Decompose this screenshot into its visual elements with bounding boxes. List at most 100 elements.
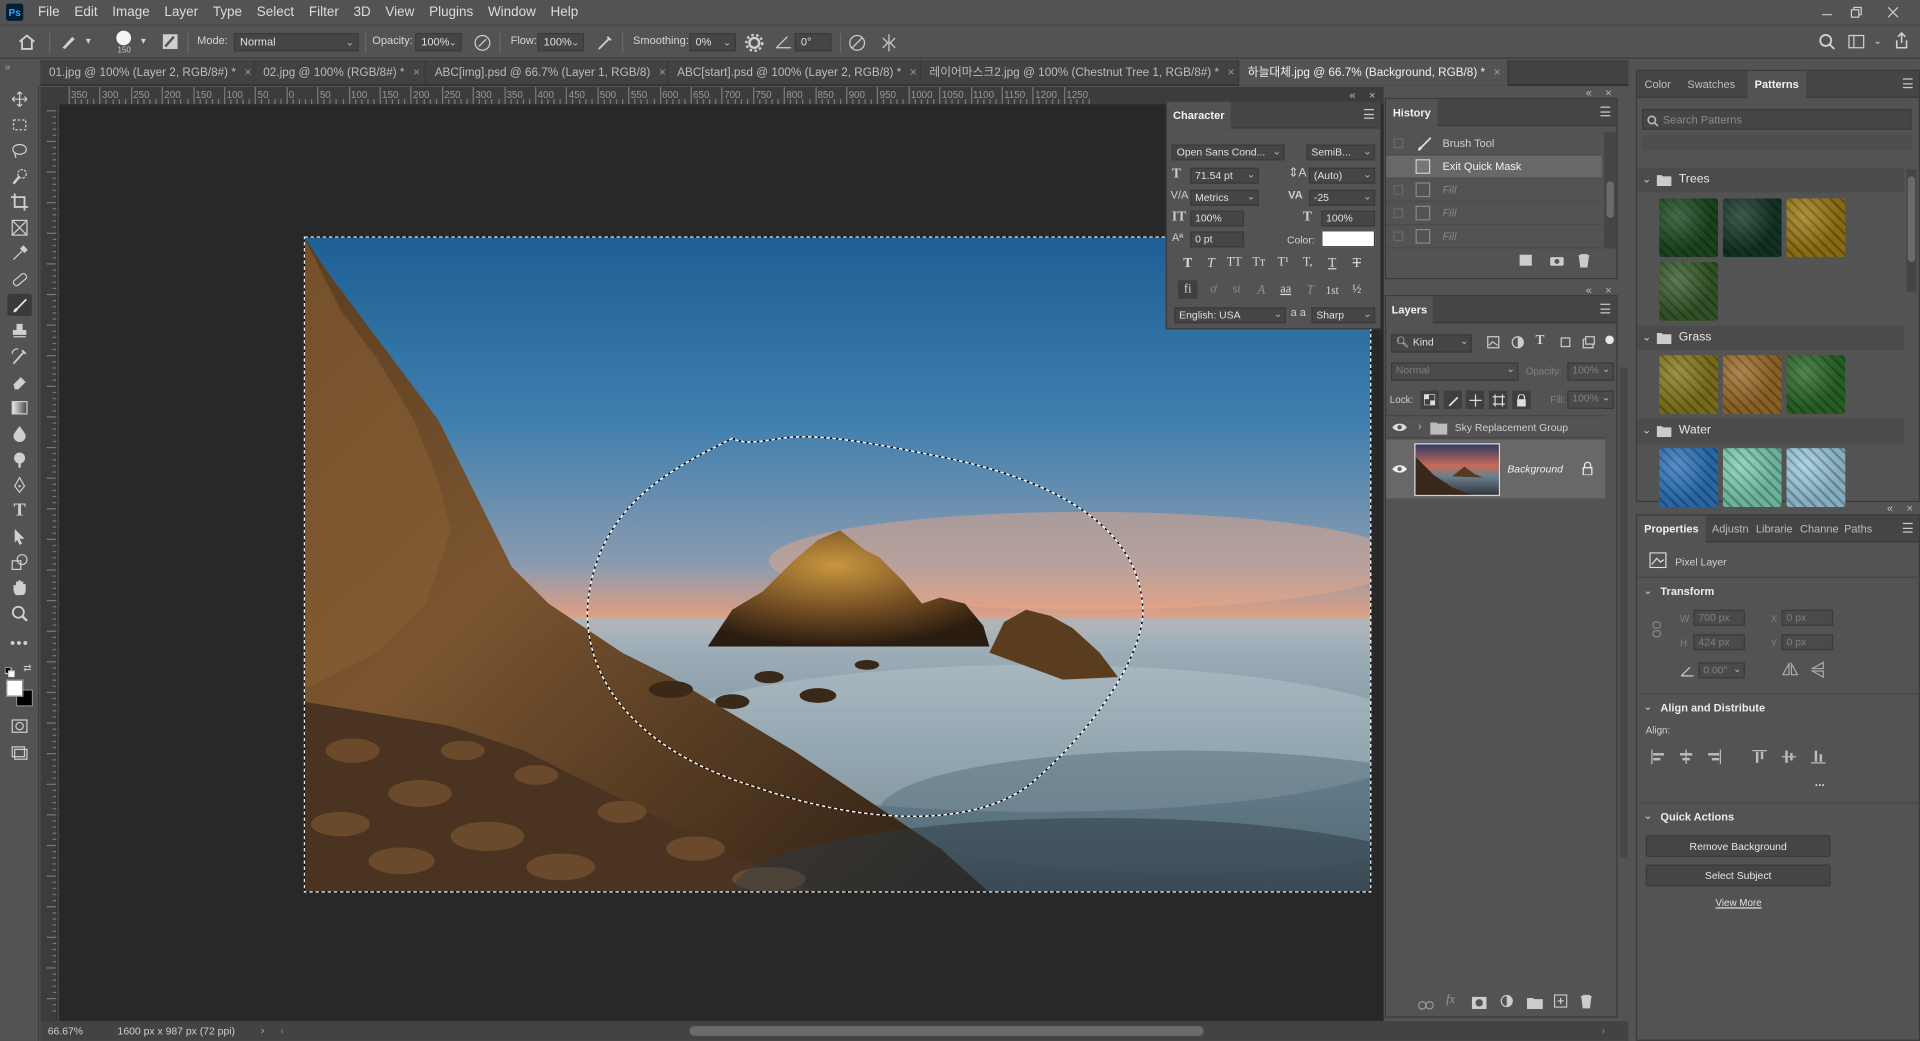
- close-properties-icon[interactable]: ×: [1907, 502, 1913, 514]
- opacity-field[interactable]: 100% ⌄: [415, 33, 462, 52]
- lasso-tool-icon[interactable]: [7, 140, 31, 162]
- x-field[interactable]: 0 px: [1781, 609, 1834, 626]
- tracking-field[interactable]: -25 ⌄: [1308, 189, 1376, 206]
- quick-selection-tool-icon[interactable]: [7, 165, 31, 187]
- history-item[interactable]: Fill: [1386, 202, 1602, 226]
- swash-button[interactable]: A: [1251, 280, 1271, 298]
- layer-opacity-field[interactable]: 100% ⌄: [1567, 362, 1614, 381]
- pattern-swatch[interactable]: [1786, 355, 1846, 414]
- link-dimensions-icon[interactable]: [1652, 621, 1662, 642]
- old-style-button[interactable]: ơ: [1204, 280, 1224, 298]
- small-caps-button[interactable]: Tт: [1249, 253, 1269, 271]
- discretionary-ligatures-button[interactable]: st: [1227, 280, 1247, 298]
- close-character-icon[interactable]: ×: [1369, 89, 1375, 101]
- quick-actions-section-title[interactable]: Quick Actions: [1660, 811, 1734, 823]
- chevron-down-icon[interactable]: ⌄: [1643, 700, 1652, 713]
- hand-tool-icon[interactable]: [7, 577, 31, 599]
- marquee-tool-icon[interactable]: [7, 114, 31, 136]
- layer-style-icon[interactable]: fx: [1446, 993, 1455, 1006]
- filter-toggle-icon[interactable]: [1605, 335, 1614, 345]
- font-family-select[interactable]: Open Sans Cond... ⌄: [1171, 144, 1285, 161]
- tab-abc-img[interactable]: ABC[img].psd @ 66.7% (Layer 1, RGB/8) ×: [426, 60, 669, 86]
- horizontal-scrollbar[interactable]: [689, 1026, 1204, 1036]
- lock-transparent-pixels-icon[interactable]: [1420, 390, 1439, 409]
- pattern-group-water[interactable]: ⌄ Water: [1637, 418, 1905, 444]
- chevron-down-icon[interactable]: ⌄: [1643, 809, 1652, 822]
- panel-menu-icon[interactable]: [1364, 108, 1374, 119]
- transform-section-title[interactable]: Transform: [1660, 585, 1714, 597]
- menu-select[interactable]: Select: [249, 0, 301, 24]
- collapse-tools-icon[interactable]: »: [5, 61, 10, 72]
- remove-background-button[interactable]: Remove Background: [1645, 835, 1831, 858]
- new-layer-icon[interactable]: [1553, 994, 1568, 1011]
- quick-mask-icon[interactable]: [7, 715, 31, 737]
- pressure-size-icon[interactable]: [847, 33, 867, 53]
- subscript-button[interactable]: T,: [1298, 253, 1318, 271]
- swap-colors-icon[interactable]: ⇄: [23, 663, 33, 674]
- zoom-tool-icon[interactable]: [7, 602, 31, 624]
- mode-select[interactable]: Normal ⌄: [233, 33, 359, 52]
- layer-name[interactable]: Background: [1507, 463, 1563, 475]
- align-section-title[interactable]: Align and Distribute: [1660, 702, 1765, 714]
- titling-alternates-button[interactable]: T: [1300, 280, 1320, 298]
- tab-abc-start[interactable]: ABC[start].psd @ 100% (Layer 2, RGB/8) *…: [669, 60, 921, 86]
- underline-button[interactable]: T: [1322, 253, 1342, 271]
- filter-pixel-icon[interactable]: [1487, 336, 1500, 353]
- foreground-color-swatch[interactable]: [6, 679, 24, 697]
- menu-window[interactable]: Window: [481, 0, 544, 24]
- tab-channels[interactable]: Channe: [1800, 516, 1842, 543]
- pattern-swatch[interactable]: [1722, 448, 1782, 507]
- home-icon[interactable]: [17, 33, 37, 50]
- menu-file[interactable]: File: [31, 0, 67, 24]
- tab-01-jpg[interactable]: 01.jpg @ 100% (Layer 2, RGB/8#) * ×: [40, 60, 255, 86]
- menu-plugins[interactable]: Plugins: [422, 0, 481, 24]
- menu-edit[interactable]: Edit: [67, 0, 105, 24]
- crop-tool-icon[interactable]: [7, 191, 31, 213]
- align-bottom-icon[interactable]: [1811, 749, 1826, 767]
- eyedropper-tool-icon[interactable]: [7, 242, 31, 264]
- clone-stamp-tool-icon[interactable]: [7, 320, 31, 342]
- tab-libraries[interactable]: Librarie: [1756, 516, 1798, 543]
- pattern-swatch[interactable]: [1722, 198, 1782, 258]
- more-options-button[interactable]: ...: [1815, 776, 1825, 789]
- brush-angle-field[interactable]: 0°: [794, 33, 832, 52]
- filter-type-icon[interactable]: T: [1536, 333, 1545, 348]
- brush-settings-icon[interactable]: [162, 33, 179, 50]
- minimize-icon[interactable]: [1820, 0, 1835, 24]
- patterns-scrollbar[interactable]: [1906, 168, 1917, 292]
- leading-field[interactable]: (Auto) ⌄: [1308, 167, 1376, 184]
- tab-adjustments[interactable]: Adjustn: [1712, 516, 1754, 543]
- layers-scrollbar[interactable]: [1620, 367, 1628, 858]
- menu-image[interactable]: Image: [105, 0, 157, 24]
- new-group-icon[interactable]: [1526, 996, 1543, 1013]
- faux-italic-button[interactable]: T: [1201, 253, 1221, 271]
- history-item[interactable]: Fill: [1386, 179, 1602, 203]
- close-window-icon[interactable]: [1886, 0, 1901, 24]
- font-size-field[interactable]: 71.54 pt ⌄: [1190, 167, 1259, 184]
- horizontal-scale-field[interactable]: 100%: [1321, 210, 1376, 227]
- collapse-layers-icon[interactable]: «: [1586, 284, 1592, 296]
- new-document-from-state-icon[interactable]: [1518, 253, 1533, 270]
- brush-tool-icon[interactable]: [7, 293, 32, 316]
- panel-menu-icon[interactable]: [1902, 78, 1913, 89]
- status-menu-icon[interactable]: ›: [261, 1024, 264, 1036]
- blur-tool-icon[interactable]: [7, 422, 31, 444]
- gradient-tool-icon[interactable]: [7, 397, 31, 419]
- align-right-icon[interactable]: [1707, 749, 1722, 767]
- workspace-icon[interactable]: [1848, 33, 1865, 50]
- ligatures-button[interactable]: fi: [1177, 280, 1198, 299]
- layer-row-background[interactable]: Background: [1386, 439, 1606, 499]
- search-icon[interactable]: [1818, 33, 1835, 50]
- pressure-opacity-icon[interactable]: [473, 33, 493, 53]
- trash-icon[interactable]: [1577, 253, 1590, 271]
- default-colors-icon[interactable]: [4, 664, 16, 678]
- add-mask-icon[interactable]: [1471, 996, 1487, 1013]
- tab-sky-replacement[interactable]: 하늘대체.jpg @ 66.7% (Background, RGB/8) * ×: [1239, 60, 1509, 86]
- collapse-properties-icon[interactable]: «: [1887, 502, 1893, 514]
- adjustment-layer-icon[interactable]: [1500, 994, 1513, 1011]
- faux-bold-button[interactable]: T: [1178, 253, 1198, 271]
- pattern-swatch[interactable]: [1659, 448, 1718, 507]
- history-item[interactable]: Brush Tool: [1386, 132, 1602, 156]
- zoom-level[interactable]: 66.67%: [48, 1025, 83, 1037]
- dodge-tool-icon[interactable]: [7, 448, 31, 470]
